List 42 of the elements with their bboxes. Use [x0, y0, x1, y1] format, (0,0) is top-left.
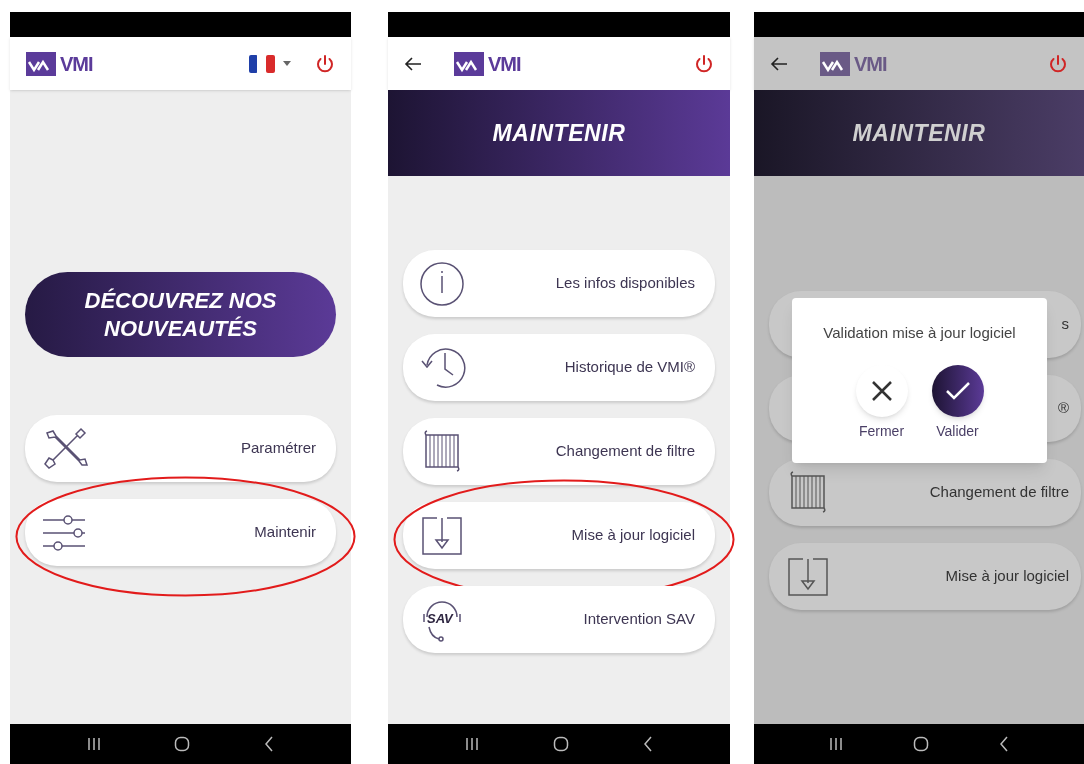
menu-item[interactable]: Mise à jour logiciel	[403, 502, 715, 569]
logo-text: VMI	[488, 53, 521, 74]
back-arrow-icon[interactable]	[404, 55, 422, 72]
logo-icon	[454, 51, 484, 76]
close-icon	[870, 379, 893, 402]
download-icon	[785, 556, 831, 597]
download-icon	[419, 515, 465, 556]
menu-item[interactable]: Maintenir	[25, 499, 336, 566]
menu-item[interactable]: Historique de VMI®	[403, 334, 715, 401]
menu-item[interactable]: Mise à jour logiciel	[769, 543, 1081, 610]
power-icon[interactable]	[315, 53, 335, 74]
power-icon[interactable]	[1048, 53, 1068, 74]
logo-text: VMI	[854, 53, 887, 74]
menu-item[interactable]: SAV Intervention SAV	[403, 586, 715, 653]
power-icon[interactable]	[694, 53, 714, 74]
back-icon[interactable]	[264, 736, 275, 752]
back-icon[interactable]	[643, 736, 653, 752]
back-arrow-icon[interactable]	[770, 55, 788, 72]
check-icon	[944, 380, 971, 401]
home-icon[interactable]	[913, 736, 929, 752]
recent-apps-icon[interactable]	[86, 737, 101, 751]
logo-icon	[26, 51, 56, 76]
info-icon	[419, 260, 465, 307]
banner-title: MAINTENIR	[492, 118, 626, 148]
caret-icon[interactable]	[283, 61, 291, 66]
flag-icon[interactable]	[249, 54, 275, 73]
recent-apps-icon[interactable]	[465, 737, 479, 751]
logo-text: VMI	[60, 53, 93, 74]
menu-item[interactable]: Changement de filtre	[769, 459, 1081, 526]
icon-label: SAV	[427, 609, 453, 628]
recent-apps-icon[interactable]	[829, 737, 843, 751]
promo-button[interactable]: DÉCOUVREZ NOS NOUVEAUTÉS	[25, 272, 336, 357]
home-icon[interactable]	[553, 736, 569, 752]
back-icon[interactable]	[999, 736, 1009, 752]
logo-icon	[820, 51, 850, 76]
home-icon[interactable]	[174, 736, 191, 752]
menu-item[interactable]: Changement de filtre	[403, 418, 715, 485]
sliders-icon	[41, 512, 87, 553]
banner-title: MAINTENIR	[852, 118, 986, 148]
dialog-title: Validation mise à jour logiciel	[823, 323, 1016, 343]
menu-item[interactable]: Paramétrer	[25, 415, 336, 482]
menu-item[interactable]: Les infos disponibles	[403, 250, 715, 317]
